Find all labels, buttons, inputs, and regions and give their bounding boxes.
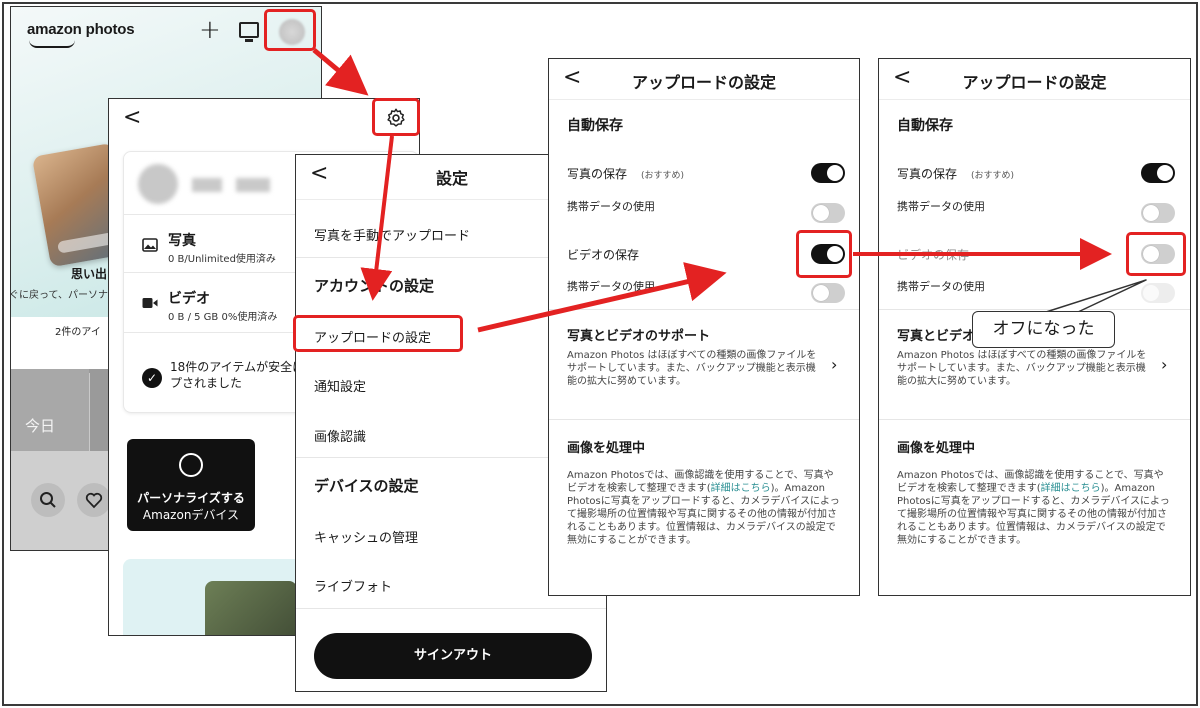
processing-heading: 画像を処理中 (567, 441, 646, 456)
divider (879, 99, 1190, 100)
chevron-right-icon[interactable]: › (831, 355, 837, 374)
photo-save-text: 写真の保存 (897, 167, 958, 181)
divider (549, 309, 859, 310)
auto-save-heading: 自動保存 (567, 118, 623, 134)
search-button[interactable] (31, 483, 65, 517)
mobile-data-label: 携帯データの使用 (897, 200, 985, 213)
photo-icon (142, 238, 158, 252)
logo-smile-icon (29, 40, 75, 48)
blurred-avatar (138, 164, 178, 204)
personalize-device-card[interactable]: パーソナライズする Amazonデバイス (127, 439, 255, 531)
photo-save-text: 写真の保存 (567, 167, 628, 181)
check-icon: ✓ (142, 368, 162, 388)
alexa-ring-icon (179, 453, 203, 477)
video-save-label: ビデオの保存 (897, 248, 970, 262)
memories-title: 思い出 (71, 267, 108, 281)
upload-settings-before: < アップロードの設定 自動保存 写真の保存 (おすすめ) 携帯データの使用 ビデ… (548, 58, 860, 596)
divider (879, 419, 1190, 420)
tv-cast-icon[interactable] (239, 22, 259, 42)
turned-off-callout: オフになった (972, 311, 1115, 348)
signout-button[interactable]: サインアウト (314, 633, 592, 679)
cache-management-item[interactable]: キャッシュの管理 (314, 527, 418, 546)
tab-divider (89, 373, 90, 451)
highlight-avatar (264, 9, 316, 51)
memories-subtitle: ぐに戻って、パーソナ (10, 290, 108, 301)
recommended-badge: (おすすめ) (971, 171, 1015, 181)
divider (549, 419, 859, 420)
photo-mobile-data-toggle[interactable] (811, 203, 845, 223)
device-section-heading: デバイスの設定 (314, 477, 419, 495)
manual-upload-item[interactable]: 写真を手動でアップロード (314, 225, 470, 244)
divider (879, 309, 1190, 310)
divider (549, 99, 859, 100)
video-mobile-data-toggle[interactable] (1141, 283, 1175, 303)
processing-description: Amazon Photosでは、画像認識を使用することで、写真やビデオを検索して… (897, 469, 1173, 547)
page-title: アップロードの設定 (631, 73, 776, 92)
learn-more-link[interactable]: 詳細はこちら (711, 483, 771, 494)
mobile-data-label: 携帯データの使用 (897, 280, 985, 293)
processing-heading: 画像を処理中 (897, 441, 976, 456)
add-button[interactable]: + (199, 15, 221, 45)
video-save-label: ビデオの保存 (567, 248, 640, 262)
photos-storage-title: 写真 (168, 233, 196, 249)
processing-description: Amazon Photosでは、画像認識を使用することで、写真やビデオを検索して… (567, 469, 843, 547)
back-button[interactable]: < (123, 105, 141, 130)
photo-save-toggle[interactable] (1141, 163, 1175, 183)
divider (296, 608, 606, 609)
search-icon (40, 492, 56, 508)
amazon-device-label: Amazonデバイス (142, 508, 240, 522)
favorite-button[interactable] (77, 483, 111, 517)
photo-save-label: 写真の保存 (おすすめ) (897, 165, 1014, 182)
blurred-name (192, 178, 222, 192)
highlight-video-toggle-off (1126, 232, 1186, 276)
video-storage-title: ビデオ (168, 291, 210, 307)
blurred-name-2 (236, 178, 270, 192)
photo-mobile-data-toggle[interactable] (1141, 203, 1175, 223)
mobile-data-label: 携帯データの使用 (567, 280, 655, 293)
highlight-gear (372, 98, 420, 136)
amazon-photos-logo: amazon photos (27, 21, 135, 38)
live-photo-item[interactable]: ライブフォト (314, 576, 392, 595)
support-description: Amazon Photos はほぼすべての種類の画像ファイルをサポートしています… (567, 350, 817, 387)
auto-save-heading: 自動保存 (897, 118, 953, 134)
photo-save-label: 写真の保存 (おすすめ) (567, 165, 684, 182)
video-storage-usage: 0 B / 5 GB 0%使用済み (168, 312, 278, 323)
mobile-data-label: 携帯データの使用 (567, 200, 655, 213)
photos-storage-usage: 0 B/Unlimited使用済み (168, 254, 276, 265)
chevron-right-icon[interactable]: › (1161, 355, 1167, 374)
support-description: Amazon Photos はほぼすべての種類の画像ファイルをサポートしています… (897, 350, 1147, 387)
highlight-video-toggle-on (796, 230, 852, 278)
heart-icon (85, 492, 103, 509)
page-title: アップロードの設定 (962, 73, 1107, 92)
recommended-badge: (おすすめ) (641, 171, 685, 181)
video-mobile-data-toggle[interactable] (811, 283, 845, 303)
item-count: 2件のアイ (55, 327, 101, 338)
account-section-heading: アカウントの設定 (314, 277, 435, 295)
highlight-upload-settings (293, 315, 463, 352)
personalize-label: パーソナライズする (137, 491, 245, 505)
photo-save-toggle[interactable] (811, 163, 845, 183)
support-heading: 写真とビデオのサポート (567, 329, 711, 344)
tab-today[interactable]: 今日 (25, 415, 55, 436)
video-icon (142, 298, 158, 308)
tab-today-bg (11, 369, 89, 451)
promo-phone-image (205, 581, 297, 635)
image-recognition-item[interactable]: 画像認識 (314, 426, 366, 445)
learn-more-link[interactable]: 詳細はこちら (1041, 483, 1101, 494)
notification-settings-item[interactable]: 通知設定 (314, 376, 366, 395)
